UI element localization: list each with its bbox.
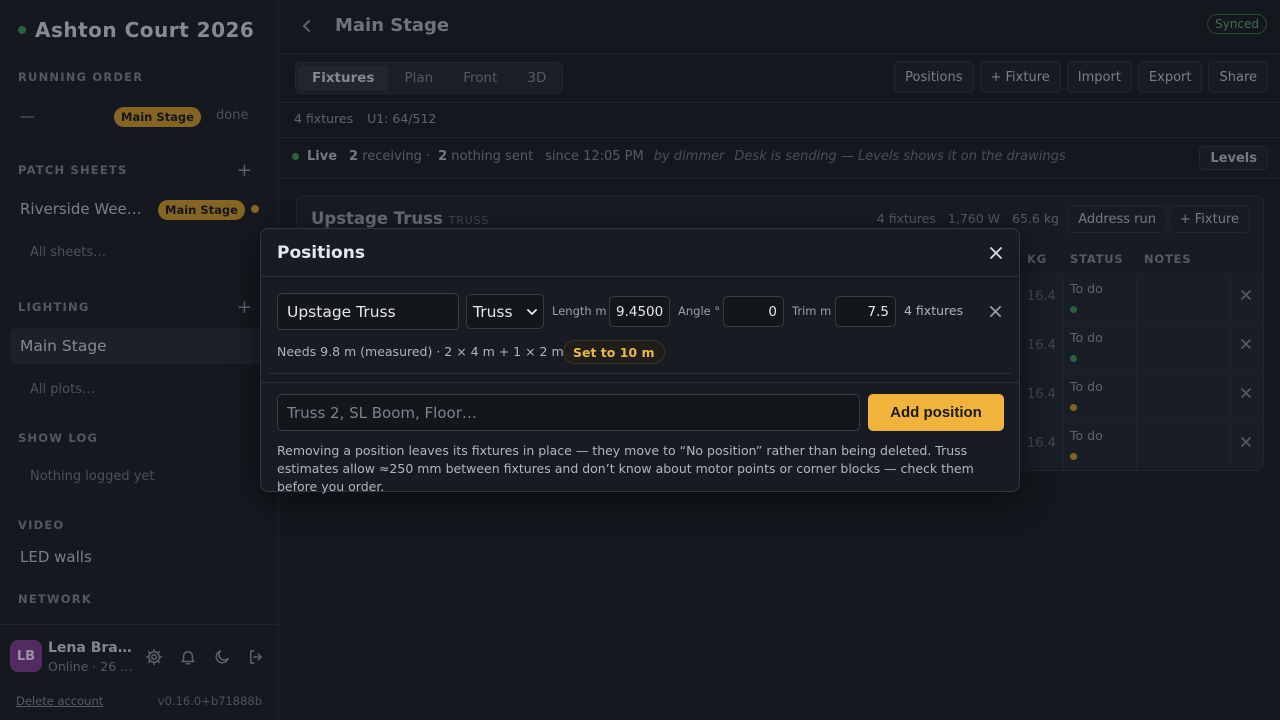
position-type-value: Truss <box>473 302 513 321</box>
needs-estimate: Needs 9.8 m (measured) · 2 × 4 m + 1 × 2… <box>277 344 564 359</box>
divider <box>261 382 1019 383</box>
new-position-input[interactable] <box>277 394 860 431</box>
modal-header: Positions <box>261 229 1019 277</box>
set-length-button[interactable]: Set to 10 m <box>563 340 665 364</box>
modal-title: Positions <box>277 243 365 263</box>
chevron-down-icon <box>527 308 537 315</box>
remove-position-icon[interactable] <box>989 305 1002 318</box>
add-position-button[interactable]: Add position <box>868 394 1004 431</box>
trim-input[interactable] <box>835 296 896 327</box>
close-icon[interactable] <box>989 246 1003 260</box>
length-input[interactable] <box>609 296 670 327</box>
position-type-select[interactable]: Truss <box>466 294 544 329</box>
angle-input[interactable] <box>723 296 784 327</box>
help-note: Removing a position leaves its fixtures … <box>277 443 974 494</box>
angle-label: Angle ° <box>678 304 721 318</box>
divider <box>269 373 1011 374</box>
trim-label: Trim m <box>792 304 832 318</box>
position-fixture-count: 4 fixtures <box>904 303 964 318</box>
length-label: Length m <box>552 304 607 318</box>
position-name-input[interactable] <box>277 293 459 330</box>
positions-modal: Positions Truss Length m Angle ° Trim m … <box>260 228 1020 494</box>
